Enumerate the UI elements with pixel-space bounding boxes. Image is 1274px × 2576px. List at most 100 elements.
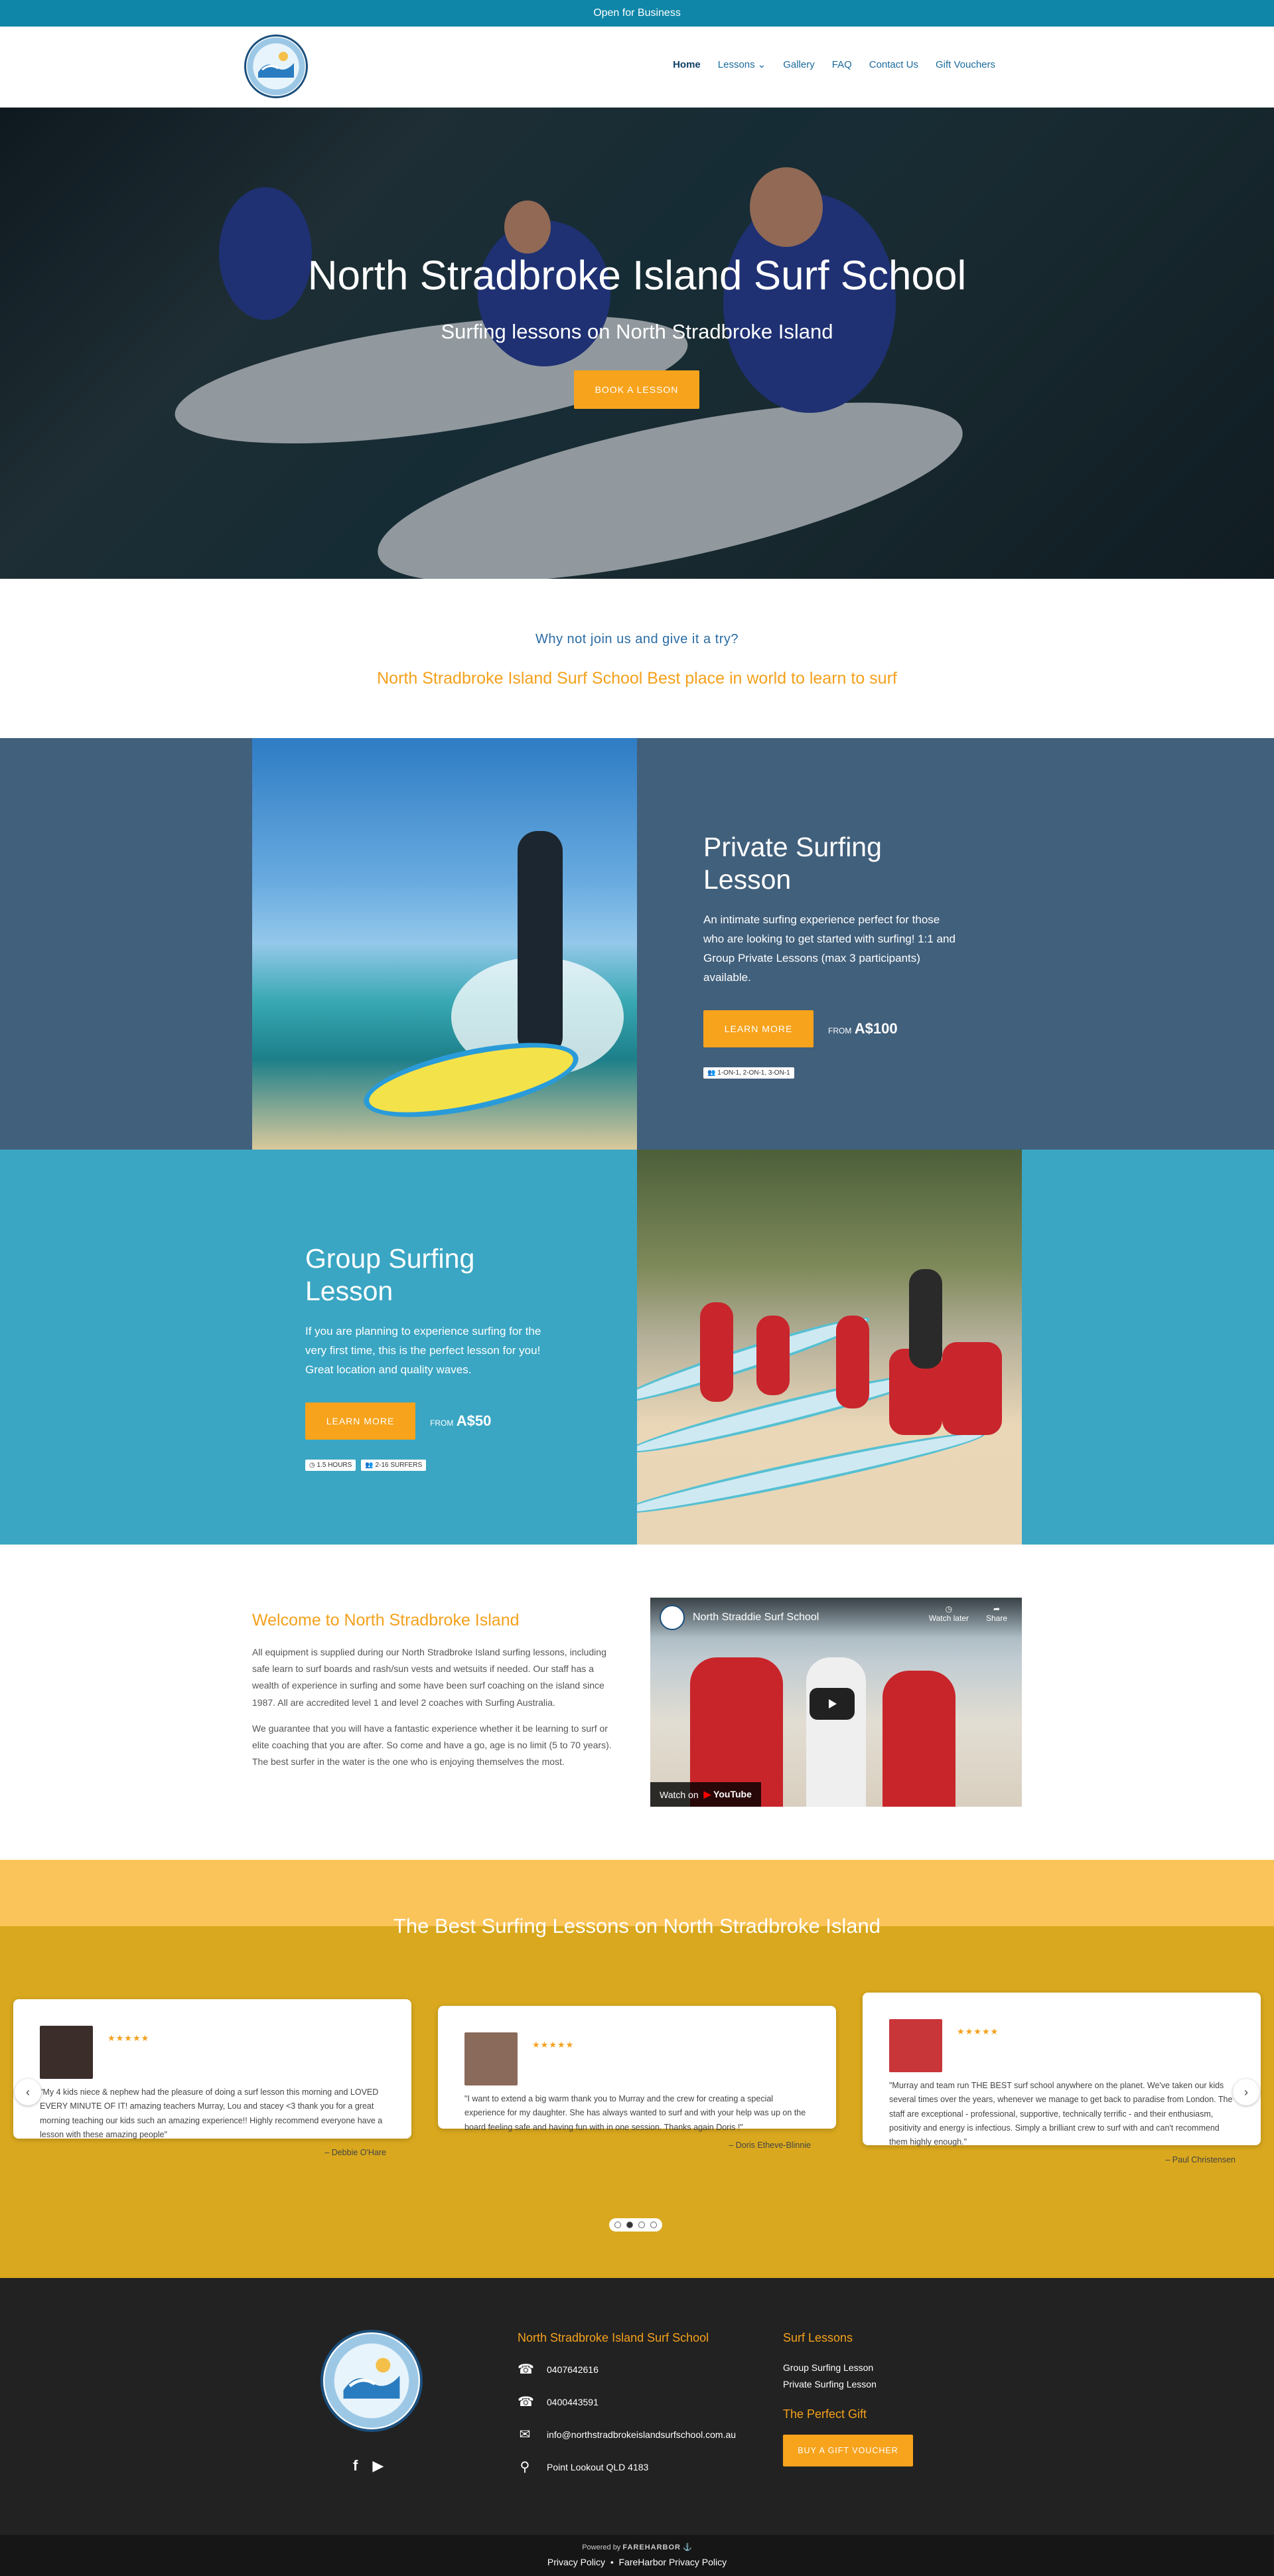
site-logo[interactable]	[244, 35, 308, 98]
nav-gallery[interactable]: Gallery	[783, 58, 815, 70]
footer-lessons: Surf Lessons Group Surfing Lesson Privat…	[783, 2331, 913, 2467]
video-actions: ◷ Watch later ➦ Share	[929, 1604, 1007, 1623]
footer-gift-title: The Perfect Gift	[783, 2407, 867, 2421]
wave-logo-icon	[258, 52, 294, 78]
privacy-policy-link[interactable]: Privacy Policy	[547, 2557, 605, 2567]
clock-icon: ◷	[945, 1604, 953, 1614]
private-lesson-card: Private Surfing Lesson An intimate surfi…	[703, 831, 956, 1079]
footer-logo[interactable]	[320, 2330, 423, 2432]
hero-title: North Stradbroke Island Surf School	[307, 253, 967, 299]
footer-company-name: North Stradbroke Island Surf School	[518, 2331, 709, 2344]
group-lesson-section: Group Surfing Lesson If you are planning…	[0, 1150, 1274, 1545]
carousel-next-button[interactable]: ›	[1233, 2079, 1259, 2105]
nav-lessons[interactable]: Lessons ⌄	[718, 58, 766, 71]
group-lesson-description: If you are planning to experience surfin…	[305, 1325, 541, 1377]
video-person	[883, 1671, 956, 1807]
footer-lessons-title: Surf Lessons	[783, 2331, 853, 2344]
buy-gift-voucher-button[interactable]: BUY A GIFT VOUCHER	[783, 2435, 913, 2467]
carousel-prev-button[interactable]: ‹	[15, 2079, 41, 2105]
email-line[interactable]: ✉ info@northstradbrokeislandsurfschool.co…	[518, 2426, 736, 2443]
share-button[interactable]: ➦ Share	[986, 1604, 1007, 1623]
phone-number: 0400443591	[547, 2396, 599, 2407]
private-lesson-title: Private Surfing Lesson	[703, 832, 882, 895]
anchor-icon: ⚓	[683, 2543, 692, 2551]
watch-later-button[interactable]: ◷ Watch later	[929, 1604, 969, 1623]
review-author: – Debbie O'Hare	[324, 2148, 386, 2157]
student-figure	[756, 1316, 790, 1395]
nav-faq[interactable]: FAQ	[832, 58, 852, 70]
powered-by[interactable]: Powered by FAREHARBOR ⚓	[0, 2543, 1274, 2551]
social-links: f ▶	[353, 2457, 384, 2474]
welcome-section: Welcome to North Stradbroke Island All e…	[0, 1545, 1274, 1860]
group-size-tag: 👥 2-16 SURFERS	[361, 1460, 427, 1472]
street-address: Point Lookout QLD 4183	[547, 2461, 649, 2472]
tag-text: 1-ON-1, 2-ON-1, 3-ON-1	[717, 1069, 790, 1077]
video-title[interactable]: North Straddie Surf School	[693, 1612, 819, 1624]
main-navigation: Home Lessons ⌄ Gallery FAQ Contact Us Gif…	[673, 58, 995, 71]
people-icon: 👥	[707, 1069, 716, 1077]
price-prefix: FROM	[430, 1418, 454, 1428]
duration-tag: ◷ 1.5 HOURS	[305, 1460, 356, 1472]
student-figure	[700, 1302, 733, 1402]
play-button[interactable]	[810, 1688, 855, 1720]
nav-gift-vouchers[interactable]: Gift Vouchers	[936, 58, 995, 70]
footer-link-private-lesson[interactable]: Private Surfing Lesson	[783, 2376, 913, 2393]
book-lesson-button[interactable]: BOOK A LESSON	[574, 370, 699, 409]
platform-name: YouTube	[713, 1789, 752, 1799]
site-footer: f ▶ North Stradbroke Island Surf School …	[0, 2278, 1274, 2576]
facebook-icon[interactable]: f	[353, 2457, 358, 2474]
private-lesson-section: Private Surfing Lesson An intimate surfi…	[0, 738, 1274, 1150]
private-lesson-description: An intimate surfing experience perfect f…	[703, 913, 956, 984]
review-quote: "My 4 kids niece & nephew had the pleasu…	[40, 2087, 383, 2139]
review-quote: "Murray and team run THE BEST surf schoo…	[889, 2081, 1233, 2147]
intro-question: Why not join us and give it a try?	[535, 632, 739, 646]
footer-lesson-links: Group Surfing Lesson Private Surfing Les…	[783, 2360, 913, 2393]
announcement-text: Open for Business	[593, 7, 681, 19]
private-format-tag: 👥 1-ON-1, 2-ON-1, 3-ON-1	[703, 1067, 794, 1079]
watch-on-label: Watch on	[660, 1789, 699, 1800]
phone-line[interactable]: ☎ 0400443591	[518, 2393, 736, 2410]
chevron-down-icon: ⌄	[757, 59, 766, 70]
footer-link-group-lesson[interactable]: Group Surfing Lesson	[783, 2360, 913, 2376]
welcome-text: All equipment is supplied during our Nor…	[252, 1644, 620, 1780]
map-pin-icon: ⚲	[520, 2460, 530, 2474]
private-learn-more-button[interactable]: LEARN MORE	[703, 1010, 814, 1047]
tag-text: 1.5 HOURS	[317, 1462, 352, 1470]
people-icon: 👥	[365, 1462, 374, 1470]
address-line: ⚲ Point Lookout QLD 4183	[518, 2459, 736, 2475]
channel-avatar[interactable]	[660, 1605, 685, 1630]
carousel-dot[interactable]	[614, 2222, 621, 2228]
phone-line[interactable]: ☎ 0407642616	[518, 2361, 736, 2378]
envelope-icon: ✉	[519, 2427, 531, 2442]
review-quote: "I want to extend a big warm thank you t…	[464, 2094, 806, 2132]
youtube-icon[interactable]: ▶	[372, 2457, 384, 2474]
chevron-left-icon: ‹	[26, 2085, 30, 2099]
welcome-title: Welcome to North Stradbroke Island	[252, 1611, 520, 1629]
intro-section: Why not join us and give it a try? North…	[0, 579, 1274, 738]
top-announcement-bar: Open for Business	[0, 0, 1274, 27]
group-learn-more-button[interactable]: LEARN MORE	[305, 1402, 415, 1440]
share-arrow-icon: ➦	[993, 1604, 1001, 1614]
reviewer-avatar	[889, 2019, 942, 2072]
share-label: Share	[985, 1614, 1007, 1623]
clock-icon: ◷	[309, 1462, 315, 1470]
youtube-video-embed[interactable]: North Straddie Surf School ◷ Watch later …	[650, 1598, 1022, 1807]
carousel-dots	[609, 2218, 662, 2232]
group-lesson-tags: ◷ 1.5 HOURS 👥 2-16 SURFERS	[305, 1460, 557, 1472]
carousel-dot[interactable]	[638, 2222, 645, 2228]
watch-on-youtube-button[interactable]: Watch on ▶ YouTube	[650, 1782, 761, 1807]
reviewer-avatar	[464, 2032, 518, 2085]
carousel-dot-active[interactable]	[626, 2222, 633, 2228]
nav-contact[interactable]: Contact Us	[869, 58, 918, 70]
separator: •	[610, 2557, 614, 2567]
welcome-paragraph: We guarantee that you will have a fantas…	[252, 1722, 612, 1768]
fareharbor-privacy-link[interactable]: FareHarbor Privacy Policy	[619, 2557, 727, 2567]
price-prefix: FROM	[828, 1025, 852, 1035]
watch-later-label: Watch later	[928, 1614, 969, 1623]
carousel-dot[interactable]	[650, 2222, 657, 2228]
nav-home[interactable]: Home	[673, 58, 701, 70]
powered-by-label: Powered by	[582, 2543, 621, 2551]
group-price: FROM A$50	[430, 1412, 491, 1430]
phone-icon: ☎	[518, 2362, 534, 2377]
footer-contact: North Stradbroke Island Surf School ☎ 040…	[518, 2331, 736, 2475]
